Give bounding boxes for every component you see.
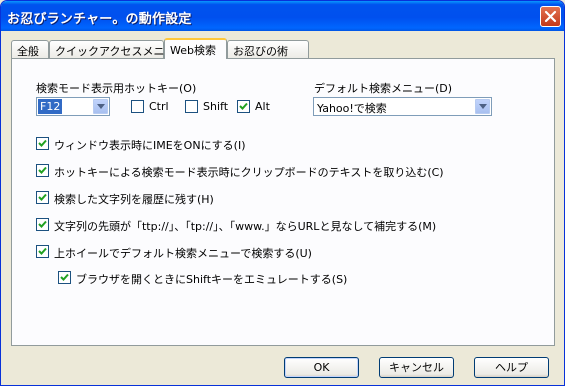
default-menu-select[interactable]: Yahoo!で検索: [313, 97, 492, 116]
ime-on-checkbox[interactable]: [36, 137, 49, 150]
web-search-panel: 検索モード表示用ホットキー(O) F12 Ctrl Shift Alt デフォル…: [11, 58, 555, 346]
shift-emulate-label: ブラウザを開くときにShiftキーをエミュレートする(S): [76, 273, 348, 286]
dropdown-button[interactable]: [93, 99, 108, 114]
shift-checkbox[interactable]: [185, 100, 198, 113]
checkmark-icon: [38, 139, 47, 147]
clipboard-import-label: ホットキーによる検索モード表示時にクリップボードのテキストを取り込む(C): [54, 166, 444, 179]
default-menu-label: デフォルト検索メニュー(D): [314, 82, 453, 95]
ime-on-label: ウィンドウ表示時にIMEをONにする(I): [54, 139, 246, 152]
shift-label: Shift: [203, 100, 229, 113]
close-button[interactable]: [540, 6, 561, 27]
default-menu-value: Yahoo!で検索: [317, 102, 387, 115]
tab-general[interactable]: 全般: [11, 40, 49, 58]
tab-web-search[interactable]: Web検索: [164, 38, 227, 59]
hotkey-value: F12: [38, 99, 63, 114]
ctrl-checkbox[interactable]: [131, 100, 144, 113]
shift-emulate-checkbox[interactable]: [58, 271, 71, 284]
history-checkbox[interactable]: [36, 191, 49, 204]
close-icon: [544, 10, 557, 23]
wheel-search-label: 上ホイールでデフォルト検索メニューで検索する(U): [54, 247, 312, 260]
tab-quick-access-menu[interactable]: クイックアクセスメニュー: [49, 40, 186, 58]
settings-dialog: お忍びランチャー。の動作設定 全般 クイックアクセスメニュー Web検索 お忍び…: [0, 0, 565, 386]
cancel-button[interactable]: キャンセル: [379, 357, 454, 378]
url-complete-label: 文字列の先頭が「ttp://」、「tp://」、「www.」ならURLと見なして…: [54, 220, 437, 233]
checkmark-icon: [38, 247, 47, 255]
help-button[interactable]: ヘルプ: [474, 357, 549, 378]
wheel-search-checkbox[interactable]: [36, 245, 49, 258]
ctrl-label: Ctrl: [149, 100, 169, 113]
clipboard-import-checkbox[interactable]: [36, 164, 49, 177]
tab-oshinobi-technique[interactable]: お忍びの術: [227, 40, 309, 58]
checkmark-icon: [38, 193, 47, 201]
hotkey-label: 検索モード表示用ホットキー(O): [36, 82, 197, 95]
checkmark-icon: [239, 102, 248, 110]
history-label: 検索した文字列を履歴に残す(H): [54, 193, 214, 206]
checkmark-icon: [38, 220, 47, 228]
checkmark-icon: [38, 166, 47, 174]
alt-checkbox[interactable]: [237, 100, 250, 113]
dropdown-button[interactable]: [475, 99, 490, 114]
alt-label: Alt: [255, 100, 270, 113]
checkmark-icon: [60, 273, 69, 281]
hotkey-select[interactable]: F12: [36, 97, 110, 116]
chevron-down-icon: [479, 104, 487, 109]
title-bar[interactable]: お忍びランチャー。の動作設定: [1, 1, 564, 31]
ok-button[interactable]: OK: [284, 357, 359, 378]
window-title: お忍びランチャー。の動作設定: [7, 12, 192, 27]
chevron-down-icon: [97, 104, 105, 109]
url-complete-checkbox[interactable]: [36, 218, 49, 231]
